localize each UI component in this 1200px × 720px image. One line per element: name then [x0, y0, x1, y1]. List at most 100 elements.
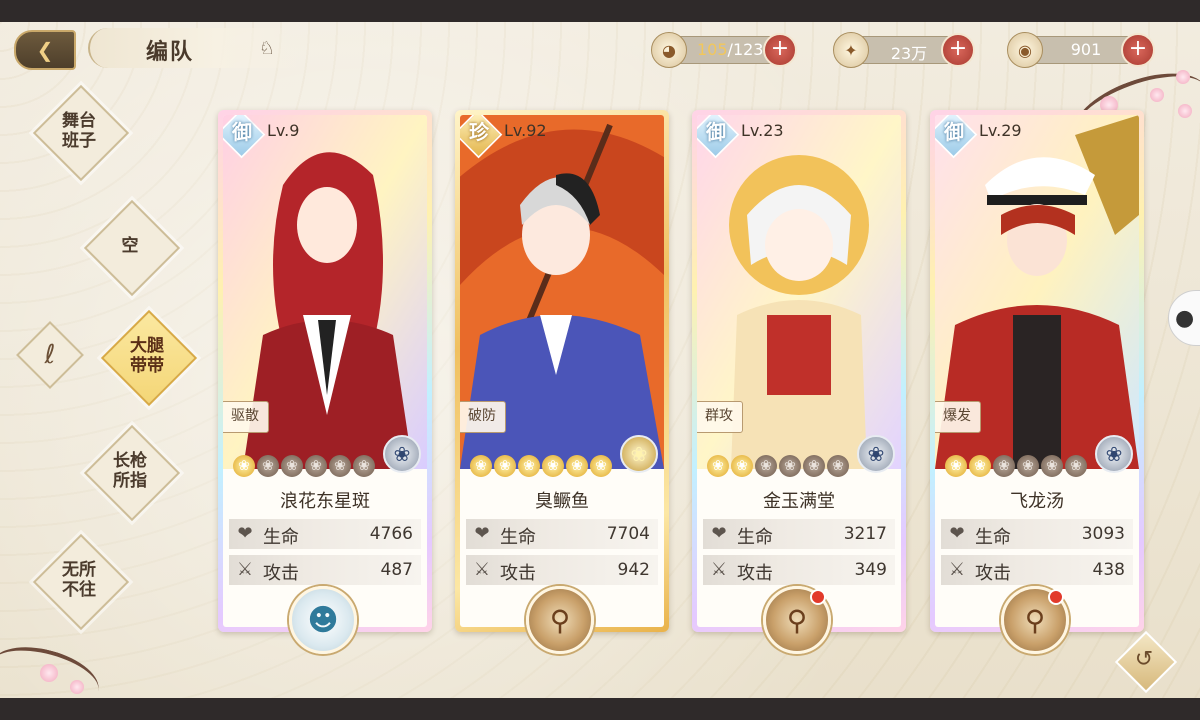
- magnifier-icon: ⚲: [786, 603, 808, 637]
- role-tag: 爆发: [935, 401, 981, 433]
- star-filled-icon: ❀: [518, 455, 540, 477]
- star-empty-icon: ❀: [329, 455, 351, 477]
- heart-icon: ❤: [474, 523, 490, 544]
- notification-dot: [810, 589, 826, 605]
- skill-search-button[interactable]: ⚲: [526, 586, 594, 654]
- attack-row: ⚔ 攻击 438: [941, 555, 1133, 585]
- star-empty-icon: ❀: [803, 455, 825, 477]
- attack-value: 487: [380, 560, 413, 580]
- star-empty-icon: ❀: [779, 455, 801, 477]
- coin-counter: ✦ 23万 +: [833, 32, 975, 68]
- chat-penguin-icon: ●: [1175, 305, 1195, 331]
- star-empty-icon: ❀: [281, 455, 303, 477]
- star-empty-icon: ❀: [993, 455, 1015, 477]
- character-name: 金玉满堂: [763, 491, 835, 512]
- star-filled-icon: ❀: [590, 455, 612, 477]
- coin-icon: ✦: [833, 32, 869, 68]
- role-tag: 群攻: [697, 401, 743, 433]
- partner-avatar-button[interactable]: ☻: [289, 586, 357, 654]
- back-button[interactable]: ❮: [14, 30, 76, 70]
- star-rating: ❀ ❀ ❀ ❀ ❀ ❀: [945, 455, 1087, 477]
- brand-logo-icon: ℓ: [44, 340, 56, 370]
- attack-row: ⚔ 攻击 349: [703, 555, 895, 585]
- hp-row: ❤ 生命 7704: [466, 519, 658, 549]
- attack-row: ⚔ 攻击 487: [229, 555, 421, 585]
- character-card-3[interactable]: 御 Lv.23 群攻 ❀ ❀ ❀ ❀ ❀ ❀ ❀ 金玉满堂 ❤ 生命 3217 ⚔ 攻击 …: [692, 110, 906, 654]
- skill-search-button[interactable]: ⚲: [1001, 586, 1069, 654]
- character-card-2[interactable]: 珍 Lv.92 破防 ❀ ❀ ❀ ❀ ❀ ❀ ❀ 臭鳜鱼 ❤ 生命 7704 ⚔ 攻击 9…: [455, 110, 669, 654]
- share-icon: ↺: [1134, 647, 1154, 672]
- add-gem-button[interactable]: +: [1121, 33, 1155, 67]
- top-letterbox: [0, 0, 1200, 22]
- star-empty-icon: ❀: [305, 455, 327, 477]
- hp-label: 生命: [263, 527, 299, 548]
- menu-tab-label: 长枪 所指: [113, 451, 147, 491]
- level-label: Lv.9: [267, 121, 300, 140]
- gem-value: 901: [1070, 40, 1102, 59]
- heart-icon: ❤: [711, 523, 727, 544]
- attack-value: 438: [1092, 560, 1125, 580]
- partner-avatar-icon: ☻: [307, 602, 339, 638]
- star-filled-icon: ❀: [494, 455, 516, 477]
- star-empty-icon: ❀: [1017, 455, 1039, 477]
- crown-icon: ♘: [258, 38, 276, 59]
- add-stamina-button[interactable]: +: [763, 33, 797, 67]
- character-name: 臭鳜鱼: [535, 491, 589, 512]
- element-flower-icon: ❀: [620, 435, 658, 473]
- stamina-current: 105: [697, 40, 728, 59]
- sword-icon: ⚔: [710, 559, 728, 580]
- notification-dot: [1048, 589, 1064, 605]
- level-label: Lv.23: [741, 121, 784, 140]
- blossom-decoration: [1150, 88, 1164, 102]
- hp-row: ❤ 生命 3093: [941, 519, 1133, 549]
- back-arrow-icon: ❮: [36, 38, 54, 62]
- skill-search-button[interactable]: ⚲: [763, 586, 831, 654]
- hp-row: ❤ 生命 4766: [229, 519, 421, 549]
- attack-label: 攻击: [975, 563, 1011, 584]
- character-card-4[interactable]: 御 Lv.29 爆发 ❀ ❀ ❀ ❀ ❀ ❀ ❀ 飞龙汤 ❤ 生命 3093 ⚔ 攻击 4…: [930, 110, 1144, 654]
- role-tag: 破防: [460, 401, 506, 433]
- hp-label: 生命: [737, 527, 773, 548]
- star-empty-icon: ❀: [1065, 455, 1087, 477]
- menu-tab-label: 大腿 带带: [130, 336, 164, 376]
- sword-icon: ⚔: [236, 559, 254, 580]
- coin-value: 23万: [890, 44, 928, 63]
- blossom-decoration: [1176, 70, 1190, 84]
- star-empty-icon: ❀: [353, 455, 375, 477]
- star-filled-icon: ❀: [731, 455, 753, 477]
- element-flower-icon: ❀: [857, 435, 895, 473]
- level-label: Lv.92: [504, 121, 547, 140]
- star-empty-icon: ❀: [755, 455, 777, 477]
- star-rating: ❀ ❀ ❀ ❀ ❀ ❀: [233, 455, 375, 477]
- star-empty-icon: ❀: [827, 455, 849, 477]
- attack-label: 攻击: [500, 563, 536, 584]
- hp-row: ❤ 生命 3217: [703, 519, 895, 549]
- rank-label: 御: [944, 120, 964, 144]
- stamina-counter: ◕ 105/123 +: [651, 32, 797, 68]
- hp-value: 3217: [843, 524, 887, 544]
- star-filled-icon: ❀: [233, 455, 255, 477]
- star-filled-icon: ❀: [707, 455, 729, 477]
- star-rating: ❀ ❀ ❀ ❀ ❀ ❀: [707, 455, 849, 477]
- attack-label: 攻击: [737, 563, 773, 584]
- star-filled-icon: ❀: [542, 455, 564, 477]
- character-card-1[interactable]: 御 Lv.9 驱散 ❀ ❀ ❀ ❀ ❀ ❀ ❀ 浪花东星斑 ❤ 生命 4766 ⚔ 攻击 …: [218, 110, 432, 654]
- gem-counter: ◉ 901 +: [1007, 32, 1155, 68]
- star-filled-icon: ❀: [470, 455, 492, 477]
- gem-icon: ◉: [1007, 32, 1043, 68]
- bowl-icon: ◕: [651, 32, 687, 68]
- menu-tab-label: 无所 不往: [62, 560, 96, 600]
- add-coin-button[interactable]: +: [941, 33, 975, 67]
- hp-value: 3093: [1081, 524, 1125, 544]
- blossom-decoration: [70, 680, 84, 694]
- stamina-max: /123: [727, 40, 764, 59]
- attack-value: 942: [617, 560, 650, 580]
- star-filled-icon: ❀: [945, 455, 967, 477]
- hp-label: 生命: [975, 527, 1011, 548]
- level-label: Lv.29: [979, 121, 1022, 140]
- menu-tab-label: 空: [121, 236, 139, 256]
- hp-label: 生命: [500, 527, 536, 548]
- menu-tab-label: 舞台 班子: [62, 111, 96, 151]
- sword-icon: ⚔: [473, 559, 491, 580]
- attack-value: 349: [854, 560, 887, 580]
